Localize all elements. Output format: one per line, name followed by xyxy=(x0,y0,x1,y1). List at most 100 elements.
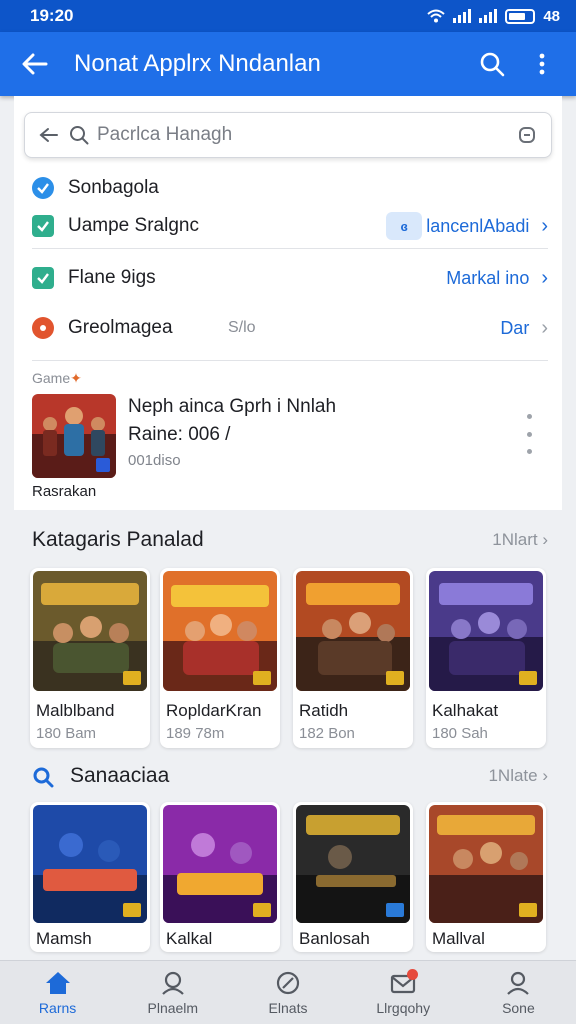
clear-icon[interactable] xyxy=(517,125,537,145)
card-name: Kalkal xyxy=(166,929,213,948)
search-icon xyxy=(70,126,89,145)
option-row-3[interactable]: Flane 9igs Markal ino › xyxy=(32,262,548,294)
more-vert-icon xyxy=(539,53,545,75)
app-bar: Nonat Applrx Nndanlan xyxy=(0,32,576,96)
nav-label: Rarns xyxy=(38,1000,77,1016)
game-art xyxy=(33,571,147,691)
game-art xyxy=(163,571,277,691)
checkbox-checked-icon[interactable] xyxy=(32,215,54,237)
category-card[interactable]: Ratidh 182 Bon xyxy=(293,568,413,748)
nav-item-apps[interactable]: Elnats xyxy=(230,961,345,1024)
signal-icon xyxy=(453,9,472,23)
option-row-2[interactable]: Uampe Sralgnc ɞ lancenlAbadi › xyxy=(32,210,548,242)
game-art xyxy=(163,805,277,923)
option-extra: S/lo xyxy=(228,319,256,336)
battery-icon xyxy=(505,8,536,24)
search-icon xyxy=(480,52,505,77)
card-name: RopldarKran xyxy=(166,701,262,720)
game-art xyxy=(429,805,543,923)
chevron-right-icon[interactable]: › xyxy=(541,215,548,238)
section-title-recommend: Sanaaciaa xyxy=(70,764,170,787)
signal-icon-2 xyxy=(479,9,498,23)
category-card[interactable]: RopldarKran 189 78m xyxy=(160,568,280,748)
status-bar: 19:20 48 xyxy=(0,0,576,32)
nav-item-profile[interactable]: Sone xyxy=(461,961,576,1024)
more-vert-icon[interactable] xyxy=(522,414,536,454)
option-row-1[interactable]: Sonbagola xyxy=(32,174,548,202)
option-value-link[interactable]: lancenlAbadi xyxy=(426,216,529,237)
profile-icon xyxy=(503,969,533,997)
home-icon xyxy=(43,969,73,997)
nav-label: Elnats xyxy=(268,1000,308,1016)
status-time: 19:20 xyxy=(30,6,74,25)
nav-item-home[interactable]: Rarns xyxy=(0,961,115,1024)
game-size: 001diso xyxy=(128,452,181,469)
status-icons: 48 xyxy=(427,8,560,25)
game-thumbnail[interactable] xyxy=(32,394,116,478)
category-card[interactable]: Malblband 180 Bam xyxy=(30,568,150,748)
card-meta: 180 Bam xyxy=(36,725,97,742)
search-bar[interactable]: Pacrlca Hanagh xyxy=(24,112,552,158)
page-title: Nonat Applrx Nndanlan xyxy=(74,50,321,77)
mail-icon xyxy=(388,969,419,997)
option-value-link[interactable]: Markal ino xyxy=(446,268,529,289)
option-label: Sonbagola xyxy=(68,177,159,198)
option-row-4[interactable]: Greolmagea S/lo Dar › xyxy=(32,312,548,344)
card-meta: 180 Sah xyxy=(432,725,488,742)
card-name: Mamsh xyxy=(36,929,92,948)
option-value-link[interactable]: Dar xyxy=(500,318,529,339)
nav-label: Plnaelm xyxy=(147,1000,199,1016)
main-content: Pacrlca Hanagh Sonbagola Uampe Sralgnc ɞ… xyxy=(14,96,562,960)
battery-level: 48 xyxy=(543,7,560,25)
category-card[interactable]: Kalhakat 180 Sah xyxy=(426,568,546,748)
overflow-menu-button[interactable] xyxy=(522,44,562,84)
divider xyxy=(32,360,548,361)
search-icon xyxy=(33,767,54,788)
settings-dot-icon xyxy=(32,317,54,339)
game-art xyxy=(429,571,543,691)
nav-item-games[interactable]: Plnaelm xyxy=(115,961,230,1024)
nav-item-mail[interactable]: Llrgqohy xyxy=(346,961,461,1024)
recommend-card[interactable]: Mamsh xyxy=(30,802,150,952)
card-name: Malblband xyxy=(36,701,115,720)
game-art xyxy=(296,571,410,691)
recommend-card[interactable]: Mallval xyxy=(426,802,546,952)
check-circle-icon[interactable] xyxy=(32,177,54,199)
section-title-categories: Katagaris Panalad xyxy=(32,528,204,551)
search-button[interactable] xyxy=(472,44,512,84)
card-meta: 182 Bon xyxy=(299,725,355,742)
game-section-label: Game✦ xyxy=(32,370,82,386)
card-name: Banlosah xyxy=(299,929,370,948)
recommend-more-link[interactable]: 1Nlate › xyxy=(488,766,548,786)
recommend-card[interactable]: Kalkal xyxy=(160,802,280,952)
nav-label: Sone xyxy=(502,1000,535,1016)
card-name: Ratidh xyxy=(299,701,349,720)
game-title[interactable]: Neph ainca Gprh i Nnlah xyxy=(128,396,336,418)
chevron-right-icon[interactable]: › xyxy=(541,267,548,290)
bottom-navigation: Rarns Plnaelm Elnats Llrgqohy Sone xyxy=(0,960,576,1024)
recommend-card[interactable]: Banlosah xyxy=(293,802,413,952)
card-meta: 189 78m xyxy=(166,725,225,742)
categories-more-link[interactable]: 1Nlart › xyxy=(492,530,548,550)
game-rating: Raine: 006 / xyxy=(128,424,231,445)
game-subtitle: Rasrakan xyxy=(32,483,97,500)
wifi-icon xyxy=(427,9,445,23)
checkbox-checked-icon[interactable] xyxy=(32,267,54,289)
card-name: Kalhakat xyxy=(432,701,499,720)
back-arrow-icon xyxy=(22,53,48,75)
back-button[interactable] xyxy=(18,47,52,81)
game-art xyxy=(296,805,410,923)
card-name: Mallval xyxy=(432,929,485,948)
games-icon xyxy=(158,969,188,997)
apps-icon xyxy=(273,969,303,997)
option-label: Flane 9igs xyxy=(68,267,156,288)
option-label: Greolmagea xyxy=(68,317,173,338)
back-arrow-icon[interactable] xyxy=(39,127,59,143)
option-label: Uampe Sralgnc xyxy=(68,215,199,236)
game-art xyxy=(33,805,147,923)
nav-label: Llrgqohy xyxy=(376,1000,431,1016)
sections-band: Katagaris Panalad 1Nlart › Malblband 180… xyxy=(14,510,562,960)
search-input[interactable]: Pacrlca Hanagh xyxy=(97,124,517,146)
divider xyxy=(32,248,548,249)
chevron-right-icon[interactable]: › xyxy=(541,317,548,340)
